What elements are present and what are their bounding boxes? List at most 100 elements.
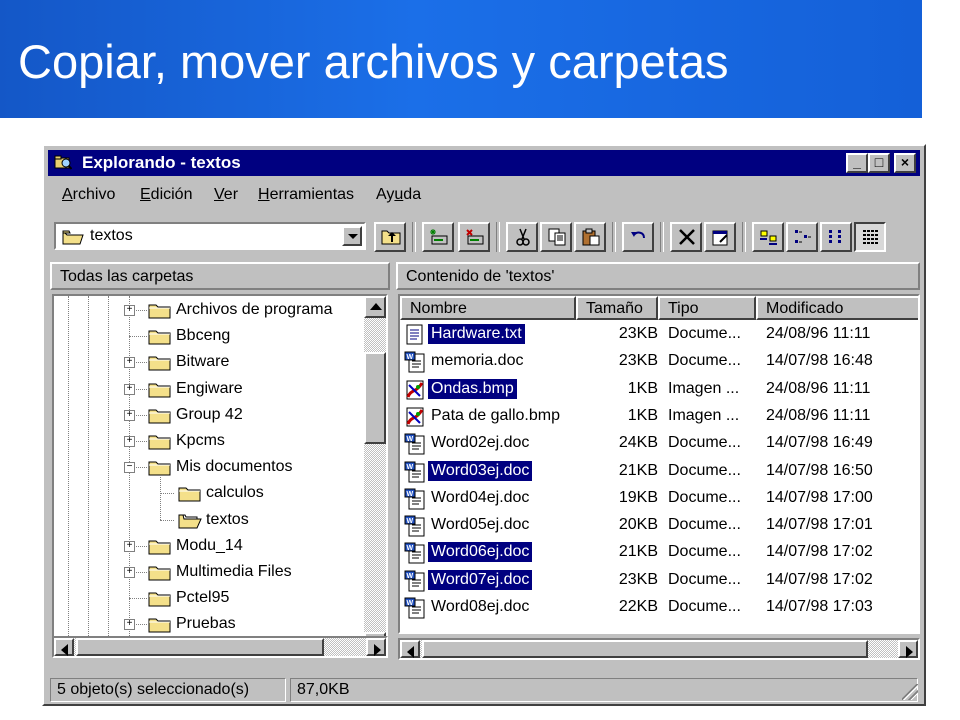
word-doc-icon: W	[404, 433, 426, 455]
resize-grip[interactable]	[902, 684, 918, 700]
address-dropdown-button[interactable]	[342, 226, 362, 246]
toolbar-separator	[412, 222, 416, 252]
folder-icon	[148, 564, 172, 582]
delete-button[interactable]	[670, 222, 702, 252]
file-type: Imagen ...	[668, 379, 740, 397]
file-row[interactable]: Ondas.bmp 1KB Imagen ... 24/08/96 11:11	[400, 377, 918, 404]
scroll-up-button[interactable]	[364, 296, 386, 318]
scroll-right-button[interactable]	[366, 638, 386, 656]
tree-item[interactable]: − Mis documentos	[54, 455, 366, 481]
close-button[interactable]: ×	[894, 153, 916, 173]
scroll-thumb[interactable]	[364, 352, 386, 444]
file-size: 1KB	[627, 379, 658, 397]
tree-item-label: Pctel95	[176, 589, 230, 607]
menu-ayuda[interactable]: Ayuda	[376, 186, 421, 204]
tree-item[interactable]: + Engiware	[54, 377, 366, 403]
toolbar-separator	[742, 222, 746, 252]
undo-icon	[631, 231, 645, 239]
cut-button[interactable]	[506, 222, 538, 252]
copy-button[interactable]	[540, 222, 572, 252]
column-header-name[interactable]: Nombre	[400, 296, 576, 320]
file-name: Word04ej.doc	[431, 488, 530, 506]
disconnect-drive-button[interactable]	[458, 222, 490, 252]
scroll-thumb[interactable]	[76, 638, 324, 656]
expand-icon[interactable]: +	[124, 409, 135, 421]
tree-line	[160, 475, 162, 520]
title-bar[interactable]: Explorando - textos _ □ ×	[48, 150, 920, 176]
svg-text:W: W	[407, 573, 414, 580]
tree-item[interactable]: + Archivos de programa	[54, 298, 366, 324]
file-row[interactable]: Hardware.txt 23KB Docume... 24/08/96 11:11	[400, 322, 918, 349]
column-header-size[interactable]: Tamaño	[576, 296, 658, 320]
open-folder-icon	[178, 512, 202, 530]
paste-button[interactable]	[574, 222, 606, 252]
file-row[interactable]: Pata de gallo.bmp 1KB Imagen ... 24/08/96 1…	[400, 404, 918, 431]
expand-icon[interactable]: +	[124, 383, 135, 395]
map-drive-button[interactable]	[422, 222, 454, 252]
properties-button[interactable]	[704, 222, 736, 252]
file-modified: 14/07/98 17:00	[766, 488, 873, 506]
file-size: 22KB	[618, 598, 658, 615]
tree-item[interactable]: + Kpcms	[54, 429, 366, 455]
maximize-button[interactable]: □	[868, 153, 890, 173]
file-row[interactable]: W Word04ej.doc 19KB Docume... 14/07/98 17:00	[400, 486, 918, 513]
toolbar-separator	[660, 222, 664, 252]
tree-horizontal-scrollbar[interactable]	[52, 636, 388, 658]
tree-item[interactable]: + Modu_14	[54, 534, 366, 560]
file-row[interactable]: W Word08ej.doc 22KB Docume... 14/07/98 17:03	[400, 595, 918, 622]
file-row[interactable]: W Word02ej.doc 24KB Docume... 14/07/98 16:49	[400, 431, 918, 458]
disconnect-drive-icon	[466, 229, 484, 245]
tree-item[interactable]: + Pruebas	[54, 612, 366, 638]
scroll-left-button[interactable]	[400, 640, 420, 658]
scroll-right-button[interactable]	[898, 640, 918, 658]
file-size: 21KB	[618, 543, 658, 561]
minimize-icon: _	[853, 154, 861, 170]
file-row[interactable]: W Word03ej.doc 21KB Docume... 14/07/98 16:50	[400, 459, 918, 486]
file-modified: 14/07/98 17:02	[766, 570, 873, 588]
expand-icon[interactable]: +	[124, 436, 135, 447]
file-name: memoria.doc	[431, 352, 524, 370]
scroll-thumb[interactable]	[422, 640, 868, 658]
address-value: textos	[90, 227, 133, 244]
expand-icon[interactable]: +	[124, 540, 135, 552]
expand-icon[interactable]: +	[124, 357, 135, 369]
file-name: Word08ej.doc	[431, 598, 530, 615]
column-header-modified[interactable]: Modificado	[756, 296, 918, 320]
tree-item[interactable]: Bbceng	[54, 324, 366, 350]
small-icons-button[interactable]	[786, 222, 818, 252]
menu-ver[interactable]: Ver	[214, 186, 238, 204]
expand-icon[interactable]: +	[124, 567, 135, 578]
scroll-left-button[interactable]	[54, 638, 74, 656]
tree-vertical-scrollbar[interactable]	[364, 296, 386, 654]
tree-item[interactable]: + Group 42	[54, 403, 366, 429]
expand-icon[interactable]: +	[124, 305, 135, 316]
menu-edicion[interactable]: Edición	[140, 186, 192, 204]
details-view-button[interactable]	[854, 222, 886, 252]
delete-icon	[679, 229, 695, 245]
minimize-button[interactable]: _	[846, 153, 868, 173]
column-header-type[interactable]: Tipo	[658, 296, 756, 320]
folder-icon	[148, 407, 172, 425]
file-modified: 24/08/96 11:11	[766, 406, 871, 424]
file-row[interactable]: W Word06ej.doc 21KB Docume... 14/07/98 17:02	[400, 540, 918, 567]
tree-item[interactable]: + Multimedia Files	[54, 560, 366, 586]
list-horizontal-scrollbar[interactable]	[398, 638, 920, 660]
expand-icon[interactable]: +	[124, 619, 135, 631]
up-folder-button[interactable]	[374, 222, 406, 252]
menu-archivo[interactable]: Archivo	[62, 186, 115, 204]
tree-item[interactable]: Pctel95	[54, 586, 366, 612]
undo-button[interactable]	[622, 222, 654, 252]
file-row[interactable]: W Word05ej.doc 20KB Docume... 14/07/98 17:01	[400, 513, 918, 540]
collapse-icon[interactable]: −	[124, 462, 135, 474]
tree-item[interactable]: + Bitware	[54, 350, 366, 376]
large-icons-button[interactable]	[752, 222, 784, 252]
file-row[interactable]: W Word07ej.doc 23KB Docume... 14/07/98 17:02	[400, 568, 918, 595]
tree-item[interactable]: textos	[54, 508, 366, 534]
file-name: Word02ej.doc	[431, 434, 530, 452]
menu-herramientas[interactable]: Herramientas	[258, 186, 354, 204]
file-size: 23KB	[618, 570, 658, 588]
address-box[interactable]: textos	[54, 222, 366, 250]
tree-item[interactable]: calculos	[54, 481, 366, 507]
list-view-button[interactable]	[820, 222, 852, 252]
file-row[interactable]: Wmemoria.doc 23KB Docume... 14/07/98 16:48	[400, 349, 918, 376]
